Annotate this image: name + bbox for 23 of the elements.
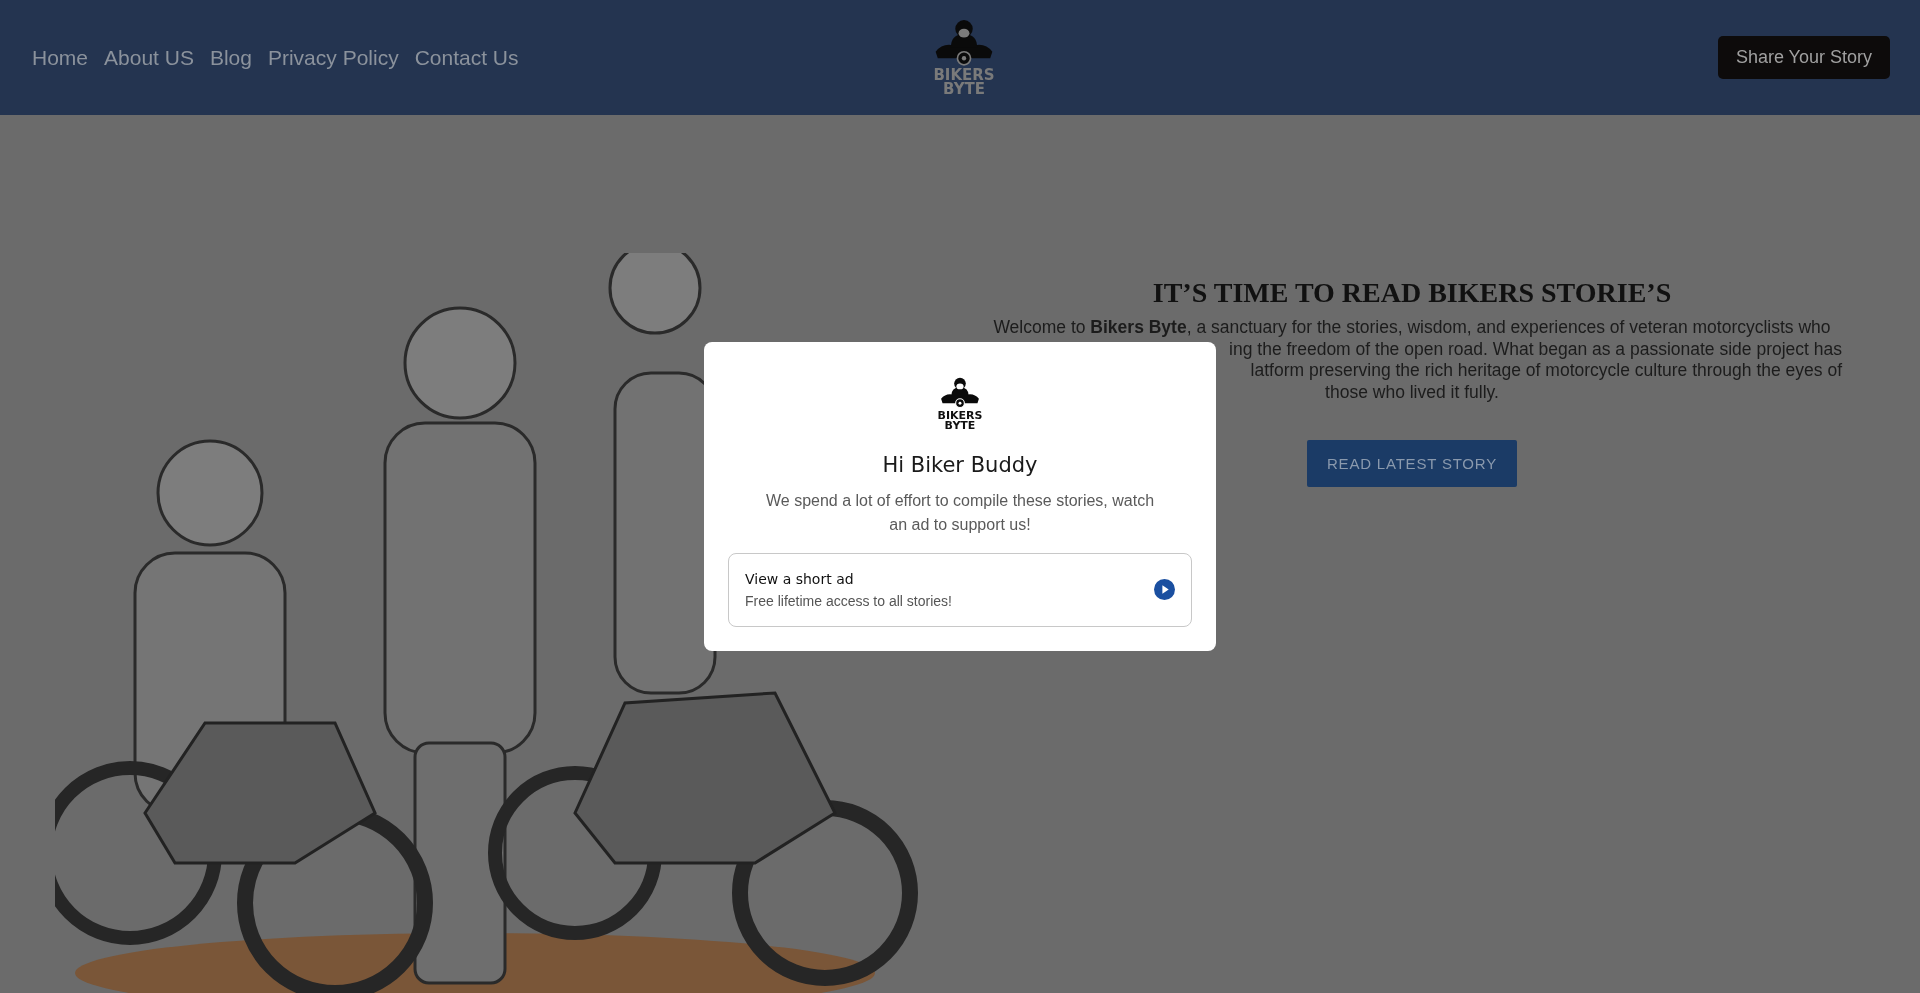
intro-text: those who lived it fully. [1324, 381, 1500, 403]
nav-link[interactable]: Home [32, 45, 89, 70]
nav-link[interactable]: Blog [209, 45, 252, 70]
logo-text: BYTE [944, 420, 976, 431]
view-ad-option[interactable]: View a short ad Free lifetime access to all stories! [728, 552, 1192, 627]
option-title: View a short ad [745, 570, 855, 587]
logo-text: BIKERS [937, 411, 983, 421]
nav-link[interactable]: Contact Us [414, 45, 519, 70]
nav-link[interactable]: Privacy Policy [267, 45, 399, 70]
play-icon [1154, 579, 1175, 601]
intro-text: Welcome to Bikers Byte, a sanctuary for the stories, wisdom, and experiences of veteran motorcyclists who [992, 317, 1832, 339]
logo-text: BIKERS [933, 69, 995, 83]
modal-message: We spend a lot of effort to compile these stories, watch an ad to support us! [764, 490, 1156, 535]
logo-text: BYTE [943, 82, 985, 96]
rider-icon [938, 377, 982, 409]
intro-text: latform preserving the rich heritage of motorcycle culture through the eyes of [1249, 360, 1842, 382]
hero-title: IT’S TIME TO READ BIKERS STORIE’S [1152, 277, 1672, 309]
modal-title: Hi Biker Buddy [882, 452, 1038, 477]
share-story-button[interactable]: Share Your Story [1717, 36, 1890, 79]
nav-link[interactable]: About US [104, 45, 194, 70]
intro-text: ing the freedom of the open road. What began as a passionate side project has [1228, 338, 1842, 360]
option-subtitle: Free lifetime access to all stories! [745, 592, 953, 609]
read-latest-story-button[interactable]: READ LATEST STORY [1306, 440, 1517, 487]
